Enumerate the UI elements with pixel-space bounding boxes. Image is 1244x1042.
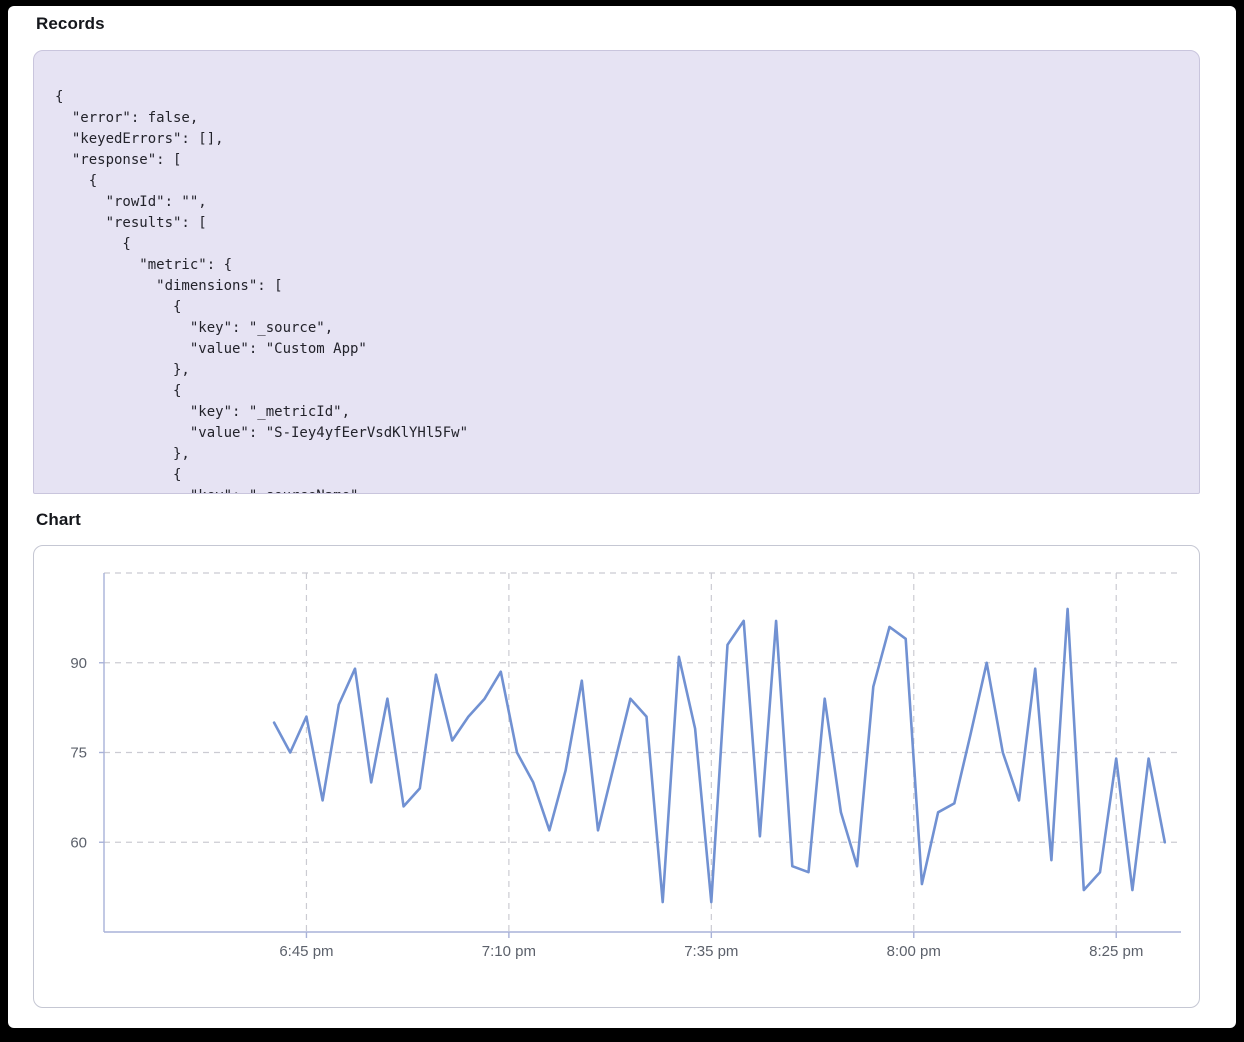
line-chart[interactable]: 60 75 90 6:45 pm 7:10 pm 7:35 pm 8:00 pm 8:25 p… xyxy=(34,546,1199,1007)
chart-card: 60 75 90 6:45 pm 7:10 pm 7:35 pm 8:00 pm 8:25 p… xyxy=(33,545,1200,1008)
records-json-block[interactable]: { "error": false, "keyedErrors": [], "re… xyxy=(33,50,1200,494)
x-axis-tick-label: 7:35 pm xyxy=(684,943,738,960)
x-axis-tick-label: 8:00 pm xyxy=(887,943,941,960)
metric-line-series xyxy=(274,609,1165,902)
chart-tick-labels: 60 75 90 6:45 pm 7:10 pm 7:35 pm 8:00 pm 8:25 p… xyxy=(70,655,1143,960)
chart-gridlines xyxy=(104,573,1181,932)
y-axis-tick-label: 60 xyxy=(70,834,87,851)
chart-title: Chart xyxy=(36,510,81,530)
y-axis-tick-label: 90 xyxy=(70,655,87,672)
x-axis-tick-label: 7:10 pm xyxy=(482,943,536,960)
records-title: Records xyxy=(36,14,105,34)
records-json-text: { "error": false, "keyedErrors": [], "re… xyxy=(34,51,1199,494)
chart-axes xyxy=(99,573,1181,938)
y-axis-tick-label: 75 xyxy=(70,745,87,762)
page: Records { "error": false, "keyedErrors":… xyxy=(8,6,1236,1028)
x-axis-tick-label: 8:25 pm xyxy=(1089,943,1143,960)
x-axis-tick-label: 6:45 pm xyxy=(279,943,333,960)
